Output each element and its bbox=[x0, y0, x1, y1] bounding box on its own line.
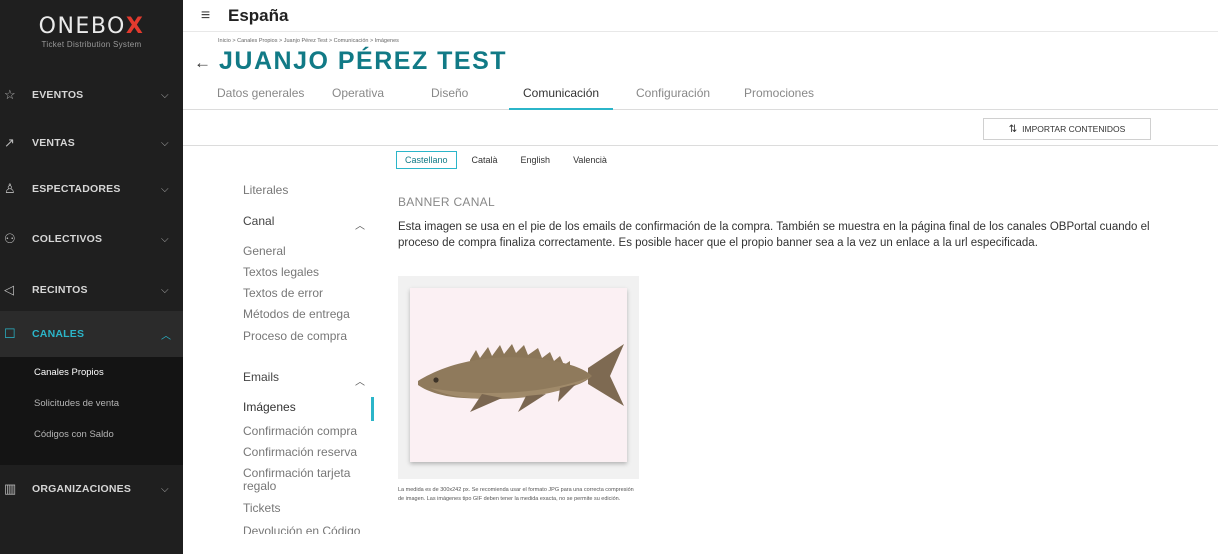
chevron-down-icon: ⌵ bbox=[161, 183, 169, 195]
channel-icon: ☐ bbox=[4, 326, 16, 341]
menu-item-confirmacion-reserva[interactable]: Confirmación reserva bbox=[243, 445, 357, 459]
breadcrumb[interactable]: Inicio > Canales Propios > Juanjo Pérez … bbox=[218, 38, 399, 44]
chevron-down-icon: ⌵ bbox=[161, 483, 169, 495]
menu-group-canal[interactable]: Canal bbox=[243, 214, 274, 228]
back-arrow-icon[interactable]: ← bbox=[194, 53, 211, 73]
fish-image bbox=[418, 344, 624, 412]
menu-item-proceso-compra[interactable]: Proceso de compra bbox=[243, 329, 347, 343]
lang-tab-catala[interactable]: Català bbox=[464, 152, 506, 168]
user-icon: ♙ bbox=[4, 181, 16, 196]
chevron-up-icon: ︿ bbox=[161, 330, 172, 342]
image-size-note: La medida es de 300x242 px. Se recomiend… bbox=[398, 487, 634, 502]
import-arrows-icon: ⇅ bbox=[1008, 123, 1018, 135]
section-description: Esta imagen se usa en el pie de los emai… bbox=[398, 221, 1150, 249]
sidebar-item-colectivos[interactable]: ⚇ COLECTIVOS ⌵ bbox=[0, 213, 183, 265]
sidebar-item-espectadores[interactable]: ♙ ESPECTADORES ⌵ bbox=[0, 163, 183, 215]
menu-item-devolucion-codigo[interactable]: Devolución en Código bbox=[243, 524, 360, 534]
import-contents-button[interactable]: ⇅ IMPORTAR CONTENIDOS bbox=[983, 118, 1151, 140]
chevron-up-icon[interactable]: ︿ bbox=[355, 373, 365, 388]
star-icon: ☆ bbox=[4, 87, 16, 102]
menu-item-general[interactable]: General bbox=[243, 244, 286, 258]
trend-icon: ↗ bbox=[4, 135, 16, 150]
group-icon: ⚇ bbox=[4, 231, 16, 246]
menu-item-metodos-entrega[interactable]: Métodos de entrega bbox=[243, 307, 350, 321]
menu-item-literales[interactable]: Literales bbox=[243, 183, 288, 197]
sidebar-item-label: ORGANIZACIONES bbox=[32, 483, 132, 495]
chevron-down-icon: ⌵ bbox=[161, 284, 169, 296]
app: ONEBOX Ticket Distribution System ☆ EVEN… bbox=[0, 0, 1218, 554]
menu-item-textos-legales[interactable]: Textos legales bbox=[243, 265, 319, 279]
section-title: BANNER CANAL bbox=[398, 195, 495, 209]
sidebar-item-canales[interactable]: ☐ CANALES ︿ bbox=[0, 311, 183, 357]
chevron-down-icon: ⌵ bbox=[161, 137, 169, 149]
top-title: España bbox=[228, 5, 289, 25]
hamburger-menu-icon[interactable]: ≡ bbox=[183, 7, 228, 25]
menu-item-confirmacion-compra[interactable]: Confirmación compra bbox=[243, 424, 357, 438]
tab-operativa[interactable]: Operativa bbox=[332, 86, 384, 110]
sidebar-item-ventas[interactable]: ↗ VENTAS ⌵ bbox=[0, 117, 183, 169]
location-icon: ◁ bbox=[4, 282, 15, 297]
logo-text: ONEBO bbox=[38, 14, 126, 39]
sidebar-subnav: Canales Propios Solicitudes de venta Cód… bbox=[0, 357, 183, 465]
lang-tab-english[interactable]: English bbox=[513, 152, 559, 168]
sidebar-item-label: CANALES bbox=[32, 328, 85, 340]
menu-item-confirmacion-tarjeta[interactable]: Confirmación tarjeta regalo bbox=[243, 467, 368, 493]
menu-group-emails[interactable]: Emails bbox=[243, 370, 279, 384]
banner-image-upload[interactable] bbox=[398, 276, 639, 479]
sidebar-item-label: RECINTOS bbox=[32, 284, 88, 296]
chevron-down-icon: ⌵ bbox=[161, 89, 169, 101]
sidebar: ONEBOX Ticket Distribution System ☆ EVEN… bbox=[0, 0, 183, 554]
menu-item-textos-error[interactable]: Textos de error bbox=[243, 286, 323, 300]
lang-tab-valencia[interactable]: Valencià bbox=[565, 152, 615, 168]
chevron-down-icon: ⌵ bbox=[161, 233, 169, 245]
menu-item-imagenes[interactable]: Imágenes bbox=[243, 400, 296, 414]
tab-comunicacion[interactable]: Comunicación bbox=[509, 86, 614, 110]
sidebar-item-label: EVENTOS bbox=[32, 89, 84, 101]
top-bar: ≡ España bbox=[183, 0, 1218, 32]
tab-bar: Datos generales Operativa Diseño Comunic… bbox=[183, 82, 1218, 110]
logo-subtitle: Ticket Distribution System bbox=[41, 40, 142, 49]
tab-promociones[interactable]: Promociones bbox=[744, 86, 814, 110]
subnav-item-codigos[interactable]: Códigos con Saldo bbox=[0, 419, 183, 450]
sidebar-item-label: ESPECTADORES bbox=[32, 183, 121, 195]
tab-configuracion[interactable]: Configuración bbox=[636, 86, 710, 110]
sidebar-item-organizaciones[interactable]: ▥ ORGANIZACIONES ⌵ bbox=[0, 463, 183, 515]
subnav-item-canales-propios[interactable]: Canales Propios bbox=[0, 357, 183, 388]
logo-x: X bbox=[125, 14, 145, 39]
lang-tab-castellano[interactable]: Castellano bbox=[396, 151, 457, 169]
tab-diseno[interactable]: Diseño bbox=[431, 86, 468, 110]
toolbar: ⇅ IMPORTAR CONTENIDOS bbox=[183, 110, 1218, 146]
building-icon: ▥ bbox=[4, 481, 17, 496]
sidebar-item-label: COLECTIVOS bbox=[32, 233, 103, 245]
sidebar-item-eventos[interactable]: ☆ EVENTOS ⌵ bbox=[0, 69, 183, 121]
import-button-label: IMPORTAR CONTENIDOS bbox=[1022, 124, 1126, 134]
language-tabs: Castellano Català English Valencià bbox=[396, 150, 622, 170]
chevron-up-icon[interactable]: ︿ bbox=[355, 217, 365, 232]
sidebar-item-label: VENTAS bbox=[32, 137, 76, 149]
subnav-item-solicitudes[interactable]: Solicitudes de venta bbox=[0, 388, 183, 419]
logo[interactable]: ONEBOX Ticket Distribution System bbox=[0, 0, 183, 62]
banner-image-preview[interactable] bbox=[410, 288, 627, 462]
tab-datos-generales[interactable]: Datos generales bbox=[217, 86, 304, 110]
sidebar-item-recintos[interactable]: ◁ RECINTOS ⌵ bbox=[0, 264, 183, 316]
active-menu-indicator bbox=[371, 397, 374, 421]
menu-item-tickets[interactable]: Tickets bbox=[243, 501, 281, 515]
page-title: JUANJO PÉREZ TEST bbox=[219, 47, 508, 75]
